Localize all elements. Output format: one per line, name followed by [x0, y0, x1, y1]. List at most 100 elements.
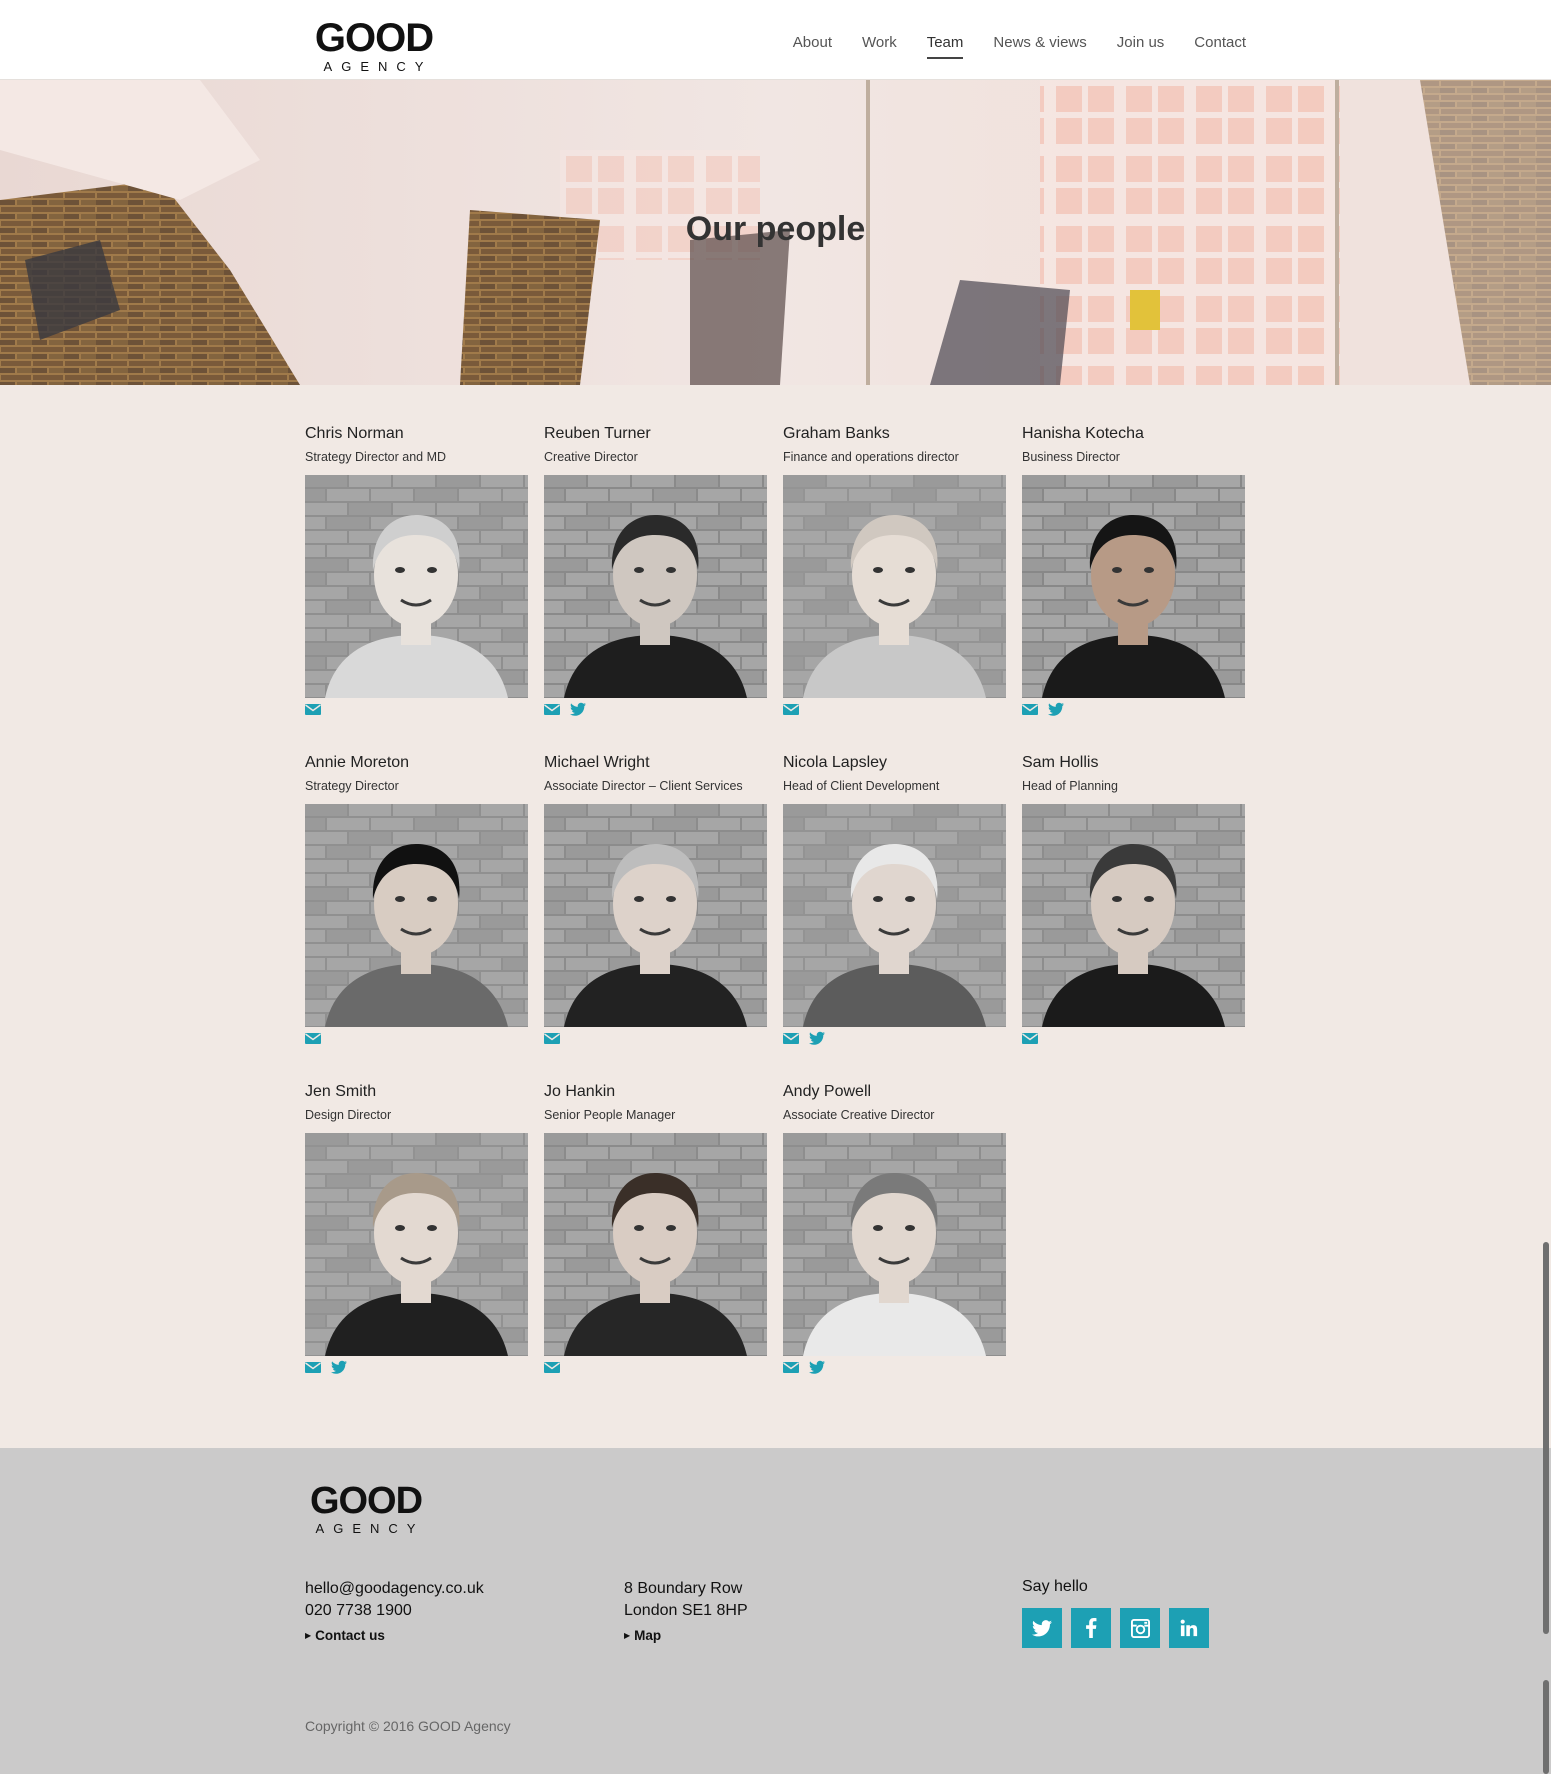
email-icon[interactable] — [544, 1360, 560, 1374]
team-member-role: Strategy Director and MD — [305, 450, 447, 464]
caret-right-icon: ▶ — [624, 1631, 631, 1640]
instagram-icon — [1130, 1618, 1150, 1638]
footer-social-links — [1022, 1608, 1209, 1648]
page-scrollbar[interactable] — [1540, 0, 1551, 1774]
team-member-links — [305, 1360, 528, 1376]
team-member-links — [544, 702, 767, 718]
footer-email[interactable]: hello@goodagency.co.uk — [305, 1578, 484, 1600]
email-icon[interactable] — [544, 702, 560, 716]
team-member-links — [305, 1031, 528, 1047]
team-member-portrait — [544, 1133, 767, 1356]
team-member-portrait — [783, 804, 1006, 1027]
team-member-name: Graham Banks — [783, 425, 890, 442]
nav-news-views[interactable]: News & views — [993, 34, 1086, 59]
team-member-card: Hanisha Kotecha Business Director — [1022, 425, 1245, 718]
team-member-portrait — [783, 1133, 1006, 1356]
nav-about[interactable]: About — [793, 34, 832, 59]
team-member-portrait — [305, 804, 528, 1027]
caret-right-icon: ▶ — [305, 1631, 312, 1640]
team-member-card: Reuben Turner Creative Director — [544, 425, 767, 718]
header-logo[interactable]: GOOD AGENCY — [313, 18, 435, 73]
team-member-links — [1022, 1031, 1245, 1047]
portrait-photo — [305, 475, 528, 698]
team-member-role: Business Director — [1022, 450, 1120, 464]
team-member-name: Jo Hankin — [544, 1083, 616, 1100]
scrollbar-thumb[interactable] — [1543, 1242, 1549, 1634]
team-member-links — [544, 1031, 767, 1047]
team-member-name: Annie Moreton — [305, 754, 410, 771]
team-member-card: Andy Powell Associate Creative Director — [783, 1083, 1006, 1376]
team-member-portrait — [305, 475, 528, 698]
nav-work[interactable]: Work — [862, 34, 897, 59]
main-nav: About Work Team News & views Join us Con… — [763, 34, 1246, 59]
team-member-name: Chris Norman — [305, 425, 404, 442]
address-line-1: 8 Boundary Row — [624, 1580, 743, 1597]
team-member-role: Head of Client Development — [783, 779, 940, 793]
twitter-icon[interactable] — [809, 1031, 825, 1045]
logo-subtitle: AGENCY — [323, 59, 433, 74]
team-member-links — [783, 1031, 1006, 1047]
footer-linkedin-button[interactable] — [1169, 1608, 1209, 1648]
team-member-card: Annie Moreton Strategy Director — [305, 754, 528, 1047]
email-icon[interactable] — [544, 1031, 560, 1045]
email-icon[interactable] — [305, 1031, 321, 1045]
twitter-icon[interactable] — [331, 1360, 347, 1374]
team-member-portrait — [1022, 475, 1245, 698]
map-link[interactable]: ▶ Map — [624, 1625, 748, 1647]
team-member-links — [1022, 702, 1245, 718]
footer-instagram-button[interactable] — [1120, 1608, 1160, 1648]
team-member-role: Strategy Director — [305, 779, 399, 793]
portrait-photo — [544, 475, 767, 698]
footer-contact-column: hello@goodagency.co.uk 020 7738 1900 ▶ C… — [305, 1578, 484, 1647]
scrollbar-thumb-lower[interactable] — [1543, 1680, 1549, 1774]
email-icon[interactable] — [783, 702, 799, 716]
team-member-links — [783, 1360, 1006, 1376]
team-member-portrait — [305, 1133, 528, 1356]
nav-team[interactable]: Team — [926, 34, 964, 59]
contact-us-link[interactable]: ▶ Contact us — [305, 1625, 484, 1647]
team-member-links — [305, 702, 528, 718]
site-header: GOOD AGENCY About Work Team News & views… — [0, 0, 1551, 80]
team-member-card: Michael Wright Associate Director – Clien… — [544, 754, 767, 1047]
hero-banner: Our people — [0, 80, 1551, 385]
twitter-icon[interactable] — [809, 1360, 825, 1374]
team-member-card: Graham Banks Finance and operations direc… — [783, 425, 1006, 718]
email-icon[interactable] — [1022, 1031, 1038, 1045]
team-member-portrait — [1022, 804, 1245, 1027]
team-member-role: Creative Director — [544, 450, 638, 464]
email-icon[interactable] — [783, 1360, 799, 1374]
email-icon[interactable] — [783, 1031, 799, 1045]
site-footer: GOOD AGENCY hello@goodagency.co.uk 020 7… — [0, 1448, 1551, 1774]
team-member-card: Sam Hollis Head of Planning — [1022, 754, 1245, 1047]
team-member-role: Finance and operations director — [783, 450, 959, 464]
footer-logo[interactable]: GOOD AGENCY — [305, 1482, 427, 1535]
twitter-icon — [1032, 1619, 1052, 1636]
portrait-photo — [1022, 804, 1245, 1027]
team-member-portrait — [544, 475, 767, 698]
contact-us-label: Contact us — [315, 1628, 385, 1643]
facebook-icon — [1086, 1618, 1097, 1638]
footer-facebook-button[interactable] — [1071, 1608, 1111, 1648]
team-member-portrait — [544, 804, 767, 1027]
portrait-photo — [544, 804, 767, 1027]
team-member-card: Jen Smith Design Director — [305, 1083, 528, 1376]
address-line-2: London SE1 8HP — [624, 1602, 748, 1619]
footer-twitter-button[interactable] — [1022, 1608, 1062, 1648]
team-member-card: Jo Hankin Senior People Manager — [544, 1083, 767, 1376]
nav-join-us[interactable]: Join us — [1117, 34, 1165, 59]
logo-word: GOOD — [314, 16, 434, 60]
twitter-icon[interactable] — [1048, 702, 1064, 716]
footer-logo-word: GOOD — [309, 1480, 423, 1522]
email-icon[interactable] — [305, 702, 321, 716]
twitter-icon[interactable] — [570, 702, 586, 716]
portrait-photo — [305, 804, 528, 1027]
portrait-photo — [783, 804, 1006, 1027]
email-icon[interactable] — [1022, 702, 1038, 716]
team-member-card: Chris Norman Strategy Director and MD — [305, 425, 528, 718]
linkedin-icon — [1180, 1619, 1198, 1637]
footer-logo-subtitle: AGENCY — [315, 1521, 425, 1536]
map-label: Map — [634, 1628, 662, 1643]
email-icon[interactable] — [305, 1360, 321, 1374]
portrait-photo — [783, 475, 1006, 698]
nav-contact[interactable]: Contact — [1194, 34, 1246, 59]
